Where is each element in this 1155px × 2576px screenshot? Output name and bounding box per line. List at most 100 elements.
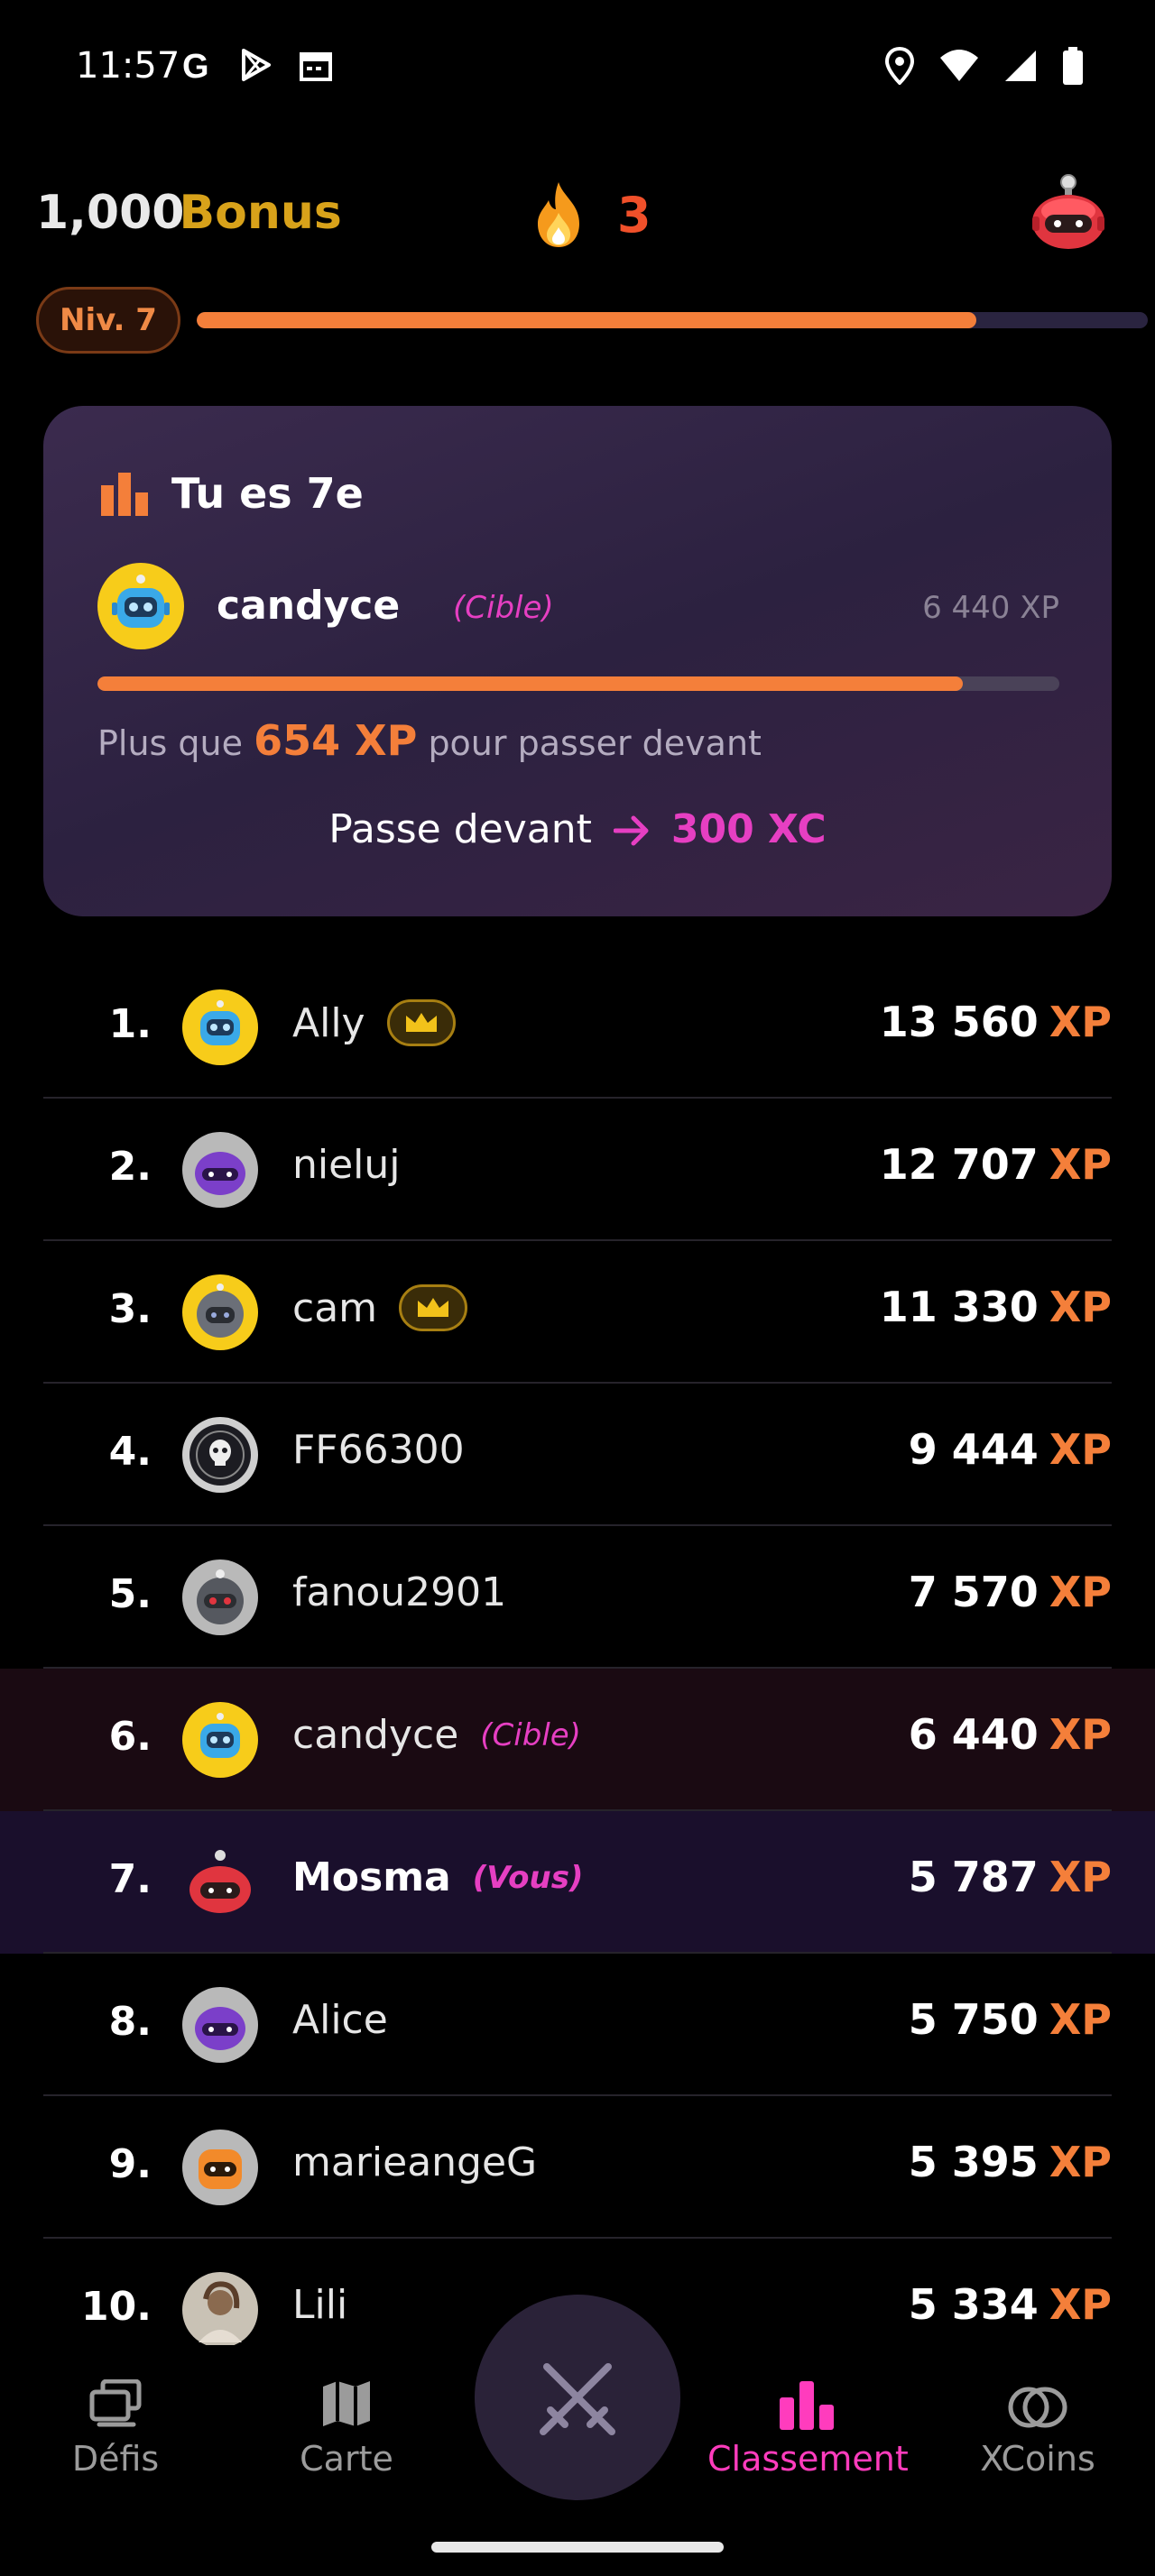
nav-xcoins[interactable]: XCoins [938,2370,1137,2479]
rank-card[interactable]: Tu es 7e candyce (Cible) 6 440 XP Plus q… [43,406,1112,916]
overtake-reward[interactable]: Passe devant 300 XC [43,806,1112,852]
bonus-counter[interactable]: 1,000Bonus [36,186,342,240]
user-xp: 5 395 XP [909,2138,1112,2186]
user-name: marieangeG [292,2139,538,2185]
user-name: FF66300 [292,1427,465,1473]
xcoins-icon [1008,2387,1067,2428]
user-name-group: fanou2901 [292,1569,506,1615]
battery-icon [1063,47,1083,85]
signal-icon [1005,51,1036,81]
xp-value: 13 560 [879,998,1039,1046]
nav-label: XCoins [980,2439,1095,2479]
xp-value: 5 787 [908,1853,1039,1901]
user-name: candyce [292,1712,459,1758]
robot-red-avatar-icon [1032,174,1104,249]
user-name-group: Alice [292,1997,388,2043]
leaderboard-row[interactable]: 7. Mosma (Vous) 5 787 XP [0,1811,1155,1954]
user-name-group: candyce (Cible) [292,1712,581,1758]
nav-carte[interactable]: Carte [247,2370,446,2479]
leaderboard-row[interactable]: 1. Ally 13 560 XP [0,956,1155,1099]
user-name: Alice [292,1997,388,2043]
rank-number: 10. [81,2284,152,2330]
leaderboard-row[interactable]: 6. candyce (Cible) 6 440 XP [0,1669,1155,1811]
nav-label: Défis [71,2439,160,2479]
robot-blue-avatar-icon [97,563,184,649]
leaderboard-row[interactable]: 8. Alice 5 750 XP [0,1954,1155,2096]
target-progress-track [97,676,1059,691]
action-reward: 300 XC [670,806,827,852]
nav-classement[interactable]: Classement [707,2370,909,2479]
streak[interactable]: 3 [532,180,651,249]
target-tag: (Cible) [453,590,554,626]
xp-unit: XP [1049,1140,1112,1189]
status-time: 11:57 [76,45,180,87]
user-name-group: Mosma (Vous) [292,1854,583,1900]
leaderboard-row[interactable]: 5. fanou2901 7 570 XP [0,1526,1155,1669]
status-bar: 11:57 G [0,0,1155,135]
xp-unit: XP [1049,1568,1112,1616]
rank-number: 8. [108,1999,152,2045]
xp-unit: XP [1049,1710,1112,1759]
user-xp: 11 330 XP [880,1283,1112,1331]
xp-value: 6 440 [908,1710,1039,1759]
avatar [182,1559,258,1639]
rank-number: 5. [108,1571,152,1617]
location-icon [884,47,915,85]
svg-text:G: G [182,48,209,83]
xp-unit: XP [1049,1853,1112,1901]
user-name: nieluj [292,1142,401,1188]
google-icon: G [182,48,209,83]
target-user-name: candyce [217,583,401,629]
avatar [182,1702,258,1781]
xp-value: 5 334 [908,2280,1039,2329]
flame-icon [538,182,579,247]
crown-badge-icon [386,999,456,1046]
level-progress: Niv. 7 [36,287,1148,354]
bonus-amount: 1,000 [36,186,185,240]
user-xp: 7 570 XP [909,1568,1112,1616]
level-progress-fill [197,312,977,328]
target-xp: 6 440 XP [922,590,1059,626]
crown-badge-icon [399,1284,468,1331]
remaining-prefix: Plus que [97,723,244,763]
user-name: Mosma [292,1854,451,1900]
rank-number: 6. [108,1714,152,1760]
profile-avatar[interactable] [1027,171,1110,256]
remaining-xp-text: Plus que 654 XP pour passer devant [97,716,762,765]
xp-value: 7 570 [908,1568,1039,1616]
avatar [182,1417,258,1496]
ranking-icon [101,473,148,516]
xp-value: 5 395 [908,2138,1039,2186]
leaderboard-row[interactable]: 2. nieluj 12 707 XP [0,1099,1155,1241]
action-label: Passe devant [328,806,592,852]
user-name: cam [292,1284,378,1331]
xp-value: 12 707 [879,1140,1039,1189]
user-name-group: marieangeG [292,2139,537,2185]
leaderboard-row[interactable]: 4. FF66300 9 444 XP [0,1384,1155,1526]
xp-unit: XP [1049,1425,1112,1474]
battle-button[interactable] [475,2295,680,2500]
xp-unit: XP [1049,2280,1112,2329]
leaderboard-row[interactable]: 9. marieangeG 5 395 XP [0,2096,1155,2239]
avatar [182,1845,258,1924]
bottom-nav: Défis Carte Classement XCoins [0,2295,1155,2576]
level-badge: Niv. 7 [36,287,180,354]
crossed-swords-icon [540,2363,615,2435]
rank-number: 2. [108,1144,152,1190]
user-xp: 5 787 XP [909,1853,1112,1901]
rank-number: 9. [108,2141,152,2187]
leaderboard-row[interactable]: 3. cam 11 330 XP [0,1241,1155,1384]
top-bar: 1,000Bonus 3 [0,171,1155,262]
avatar [182,1132,258,1211]
target-user[interactable]: candyce (Cible) 6 440 XP [97,563,1059,653]
user-name-group: cam [292,1284,468,1331]
bonus-label: Bonus [179,186,342,240]
nav-defis[interactable]: Défis [16,2370,215,2479]
user-tag: (Vous) [472,1859,584,1896]
home-indicator[interactable] [431,2542,724,2553]
leaderboard: 1. Ally 13 560 XP 2. nieluj 12 707 XP 3. cam 11 33… [0,956,1155,2381]
user-name-group: nieluj [292,1142,401,1188]
rank-title-text: Tu es 7e [171,469,364,518]
user-name: Ally [292,999,365,1046]
user-name: Lili [292,2282,348,2328]
